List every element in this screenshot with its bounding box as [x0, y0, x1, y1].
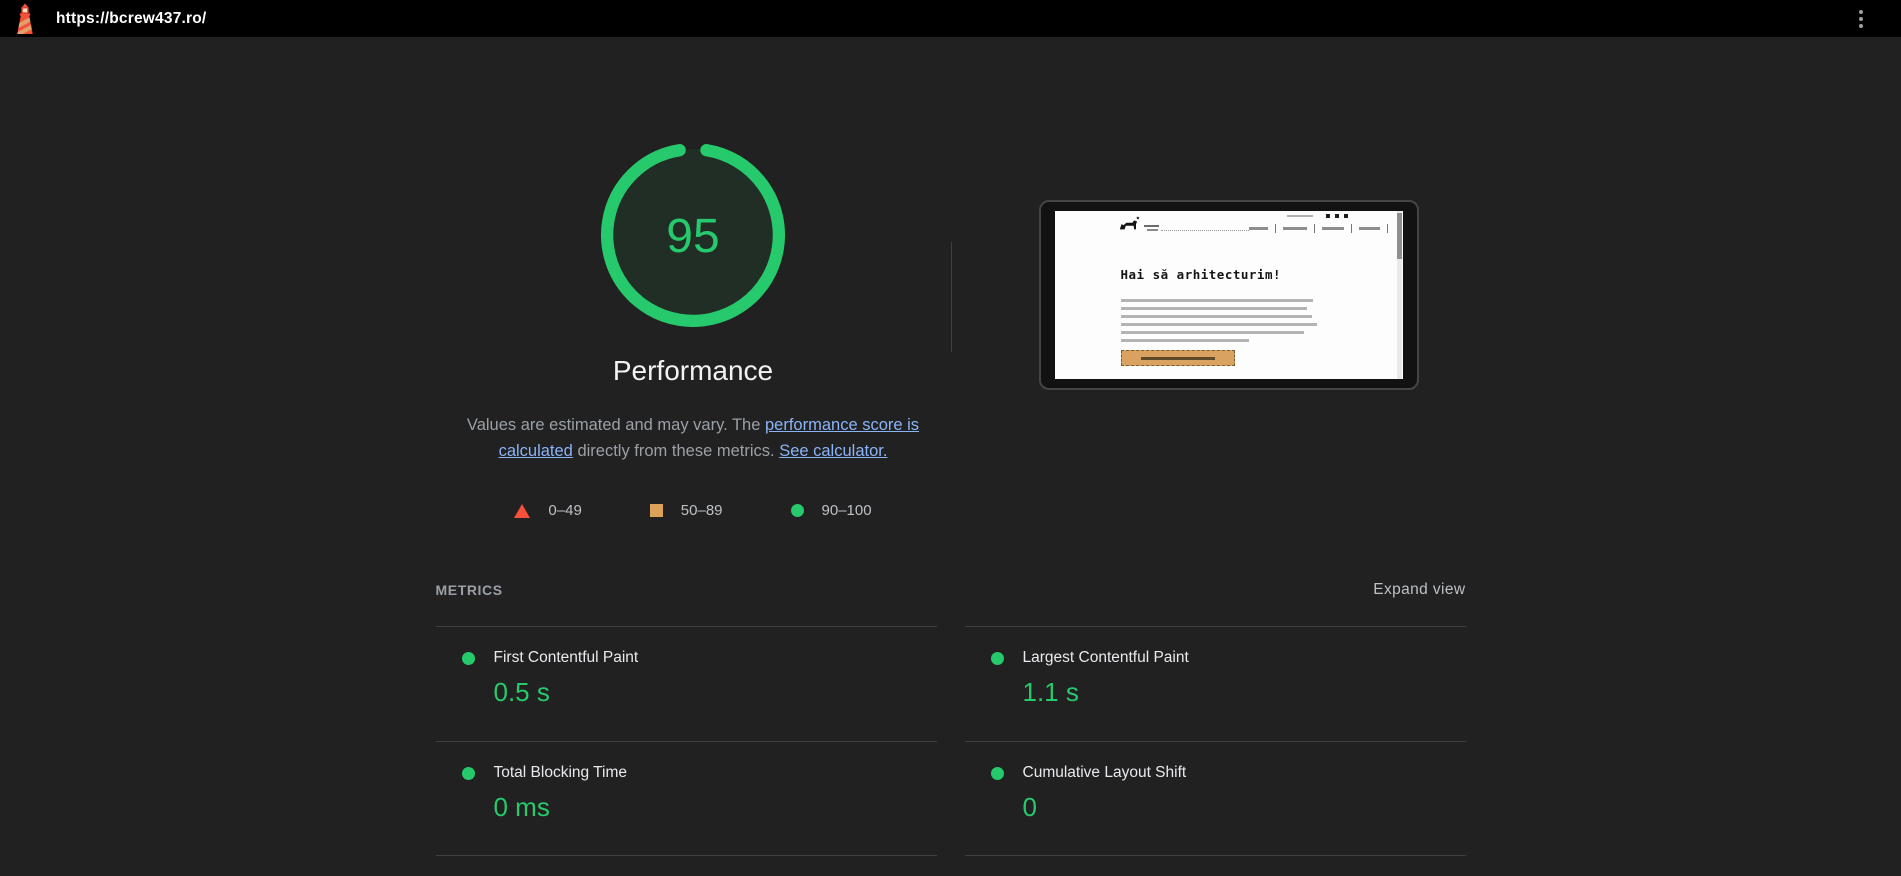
legend-item-pass: 90–100 [790, 502, 872, 520]
site-paragraph-line [1120, 307, 1307, 310]
average-square-icon [649, 504, 663, 518]
site-paragraph-line [1120, 339, 1249, 342]
site-nav-item [1282, 227, 1307, 230]
site-scrollbar-thumb [1396, 213, 1402, 259]
legend-label: 50–89 [680, 502, 723, 520]
site-contact-text [1286, 215, 1313, 217]
site-logo-text [1146, 229, 1158, 231]
metric-value: 0 [1022, 792, 1037, 823]
score-description: Values are estimated and may vary. The p… [438, 413, 948, 464]
report-container: 95 Performance Values are estimated and … [435, 37, 1466, 857]
metric-cumulative-layout-shift: Cumulative Layout Shift 0 [964, 741, 1466, 857]
score-legend: 0–49 50–89 90–100 [514, 502, 872, 520]
page-screenshot-thumbnail: Hai să arhitecturim! [1038, 200, 1419, 390]
gauge-score-value: 95 [666, 209, 720, 263]
fail-triangle-icon [514, 503, 531, 518]
metric-label: Cumulative Layout Shift [1022, 764, 1187, 782]
metric-value: 0.5 s [493, 677, 550, 708]
site-logo-text [1143, 225, 1159, 227]
site-nav-item [1248, 227, 1268, 230]
description-text: Values are estimated and may vary. The [466, 416, 765, 434]
legend-label: 90–100 [821, 502, 872, 520]
expand-view-button[interactable]: Expand view [1373, 581, 1465, 599]
metric-label: First Contentful Paint [493, 649, 639, 667]
lighthouse-icon [17, 3, 33, 34]
see-calculator-link[interactable]: See calculator. [779, 442, 887, 460]
social-icon [1334, 214, 1339, 218]
description-text: directly from these metrics. [572, 441, 780, 460]
site-paragraph-line [1120, 323, 1317, 326]
score-section: 95 Performance Values are estimated and … [436, 37, 1466, 519]
pass-dot-icon [461, 766, 475, 780]
site-topbar [1286, 214, 1348, 218]
site-paragraph-line [1120, 299, 1313, 302]
site-heading: Hai să arhitecturim! [1120, 267, 1282, 282]
site-paragraph-line [1120, 331, 1304, 334]
metric-value: 1.1 s [1022, 677, 1079, 708]
site-cta-button [1120, 350, 1235, 366]
performance-score-gauge[interactable]: 95 [601, 143, 785, 327]
pass-dot-icon [990, 766, 1004, 780]
pass-dot-icon [461, 651, 475, 665]
metric-label: Largest Contentful Paint [1022, 649, 1189, 667]
topbar: https://bcrew437.ro/ [0, 0, 1901, 37]
metric-label: Total Blocking Time [493, 764, 628, 782]
metric-value: 0 ms [493, 792, 550, 823]
site-nav [1248, 224, 1388, 233]
site-paragraph-line [1120, 315, 1312, 318]
metrics-grid: First Contentful Paint 0.5 s Largest Con… [435, 626, 1466, 857]
legend-label: 0–49 [548, 502, 582, 520]
metrics-section-title: METRICS [435, 582, 503, 599]
metric-largest-contentful-paint: Largest Contentful Paint 1.1 s [964, 626, 1466, 741]
header-dotted-divider [1160, 230, 1249, 231]
legend-item-average: 50–89 [649, 502, 723, 520]
report-url: https://bcrew437.ro/ [56, 9, 207, 27]
pass-dot-icon [990, 651, 1004, 665]
site-nav-item [1321, 227, 1344, 230]
legend-item-fail: 0–49 [514, 502, 582, 520]
metric-first-contentful-paint: First Contentful Paint 0.5 s [435, 626, 937, 741]
social-icon [1343, 214, 1348, 218]
screenshot-content: Hai să arhitecturim! [1054, 211, 1403, 379]
site-nav-item [1358, 227, 1380, 230]
social-icon [1325, 214, 1330, 218]
metric-total-blocking-time: Total Blocking Time 0 ms [435, 741, 937, 857]
performance-category-title[interactable]: Performance [613, 355, 773, 387]
kebab-menu-icon[interactable] [1855, 6, 1867, 32]
site-logo-icon [1119, 216, 1140, 230]
pass-circle-icon [790, 504, 804, 518]
metrics-header: METRICS Expand view [436, 581, 1466, 599]
